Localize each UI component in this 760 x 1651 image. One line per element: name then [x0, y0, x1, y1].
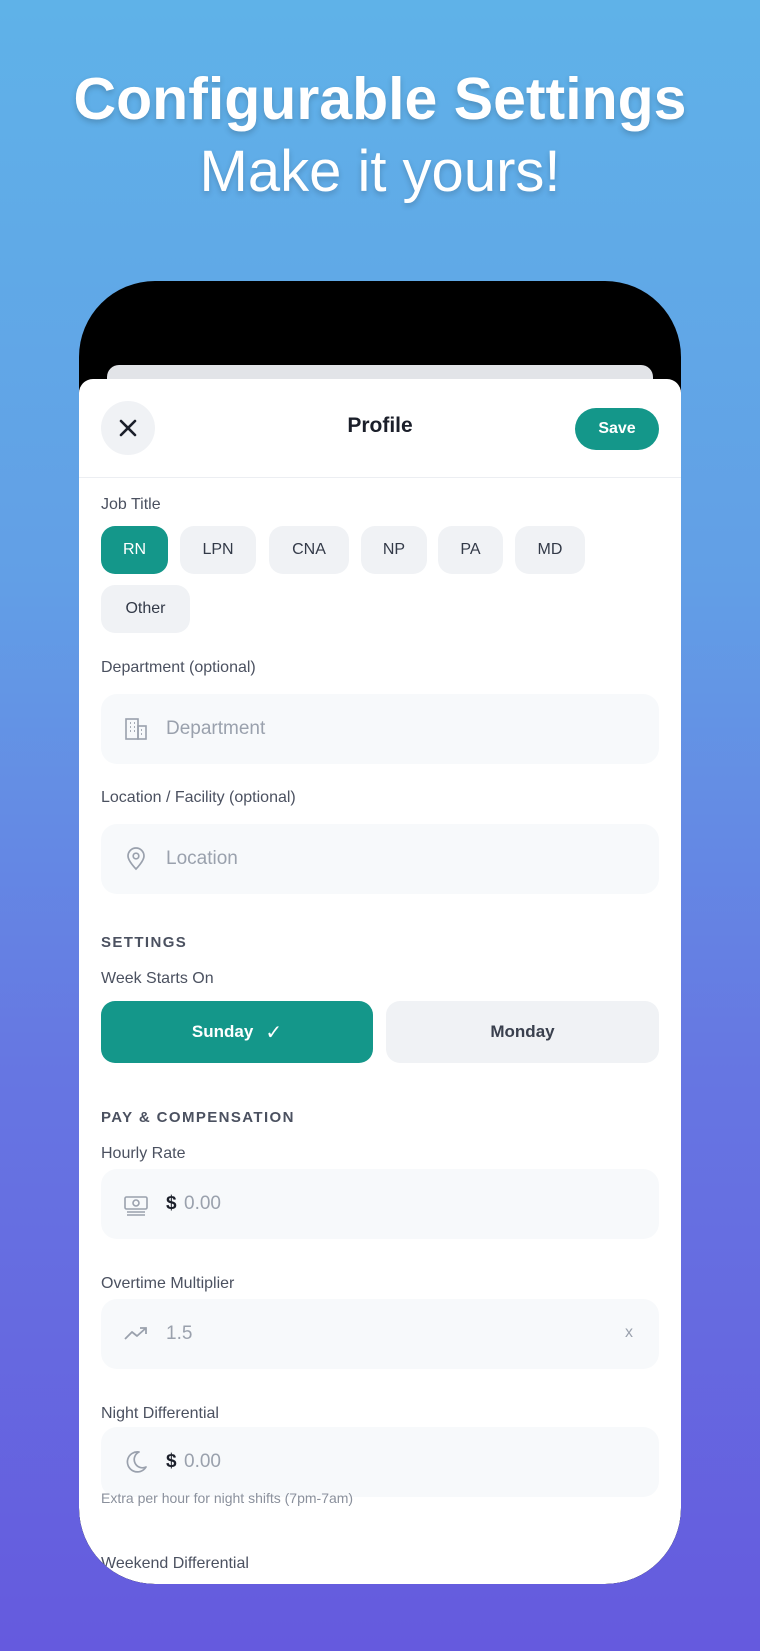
check-icon: ✓	[265, 1021, 283, 1044]
job-chip-pa[interactable]: PA	[438, 526, 503, 574]
sunday-label: Sunday	[191, 1022, 254, 1041]
promo-title: Configurable Settings	[73, 66, 687, 132]
promo-subtitle: Make it yours!	[199, 139, 561, 204]
building-icon	[125, 718, 147, 740]
job-chip-other[interactable]: Other	[101, 585, 190, 633]
location-label: Location / Facility (optional)	[101, 789, 296, 806]
profile-sheet: Profile Save Job Title RN LPN CNA NP PA …	[79, 379, 681, 1584]
department-label: Department (optional)	[101, 659, 256, 676]
currency-symbol: $	[166, 1451, 177, 1472]
overtime-field[interactable]: 1.5 x	[101, 1299, 659, 1369]
location-input[interactable]: Location	[166, 848, 238, 870]
night-diff-input[interactable]: 0.00	[184, 1451, 221, 1473]
hourly-rate-label: Hourly Rate	[101, 1145, 186, 1162]
night-diff-label: Night Differential	[101, 1405, 219, 1422]
trending-up-icon	[124, 1327, 147, 1340]
job-chip-md[interactable]: MD	[515, 526, 585, 574]
weekend-diff-label: Weekend Differential	[101, 1555, 249, 1572]
job-title-label: Job Title	[101, 496, 161, 513]
job-chip-np[interactable]: NP	[361, 526, 427, 574]
promo-headline: Configurable Settings Make it yours!	[0, 62, 760, 207]
job-chip-lpn[interactable]: LPN	[180, 526, 256, 574]
job-chip-rn[interactable]: RN	[101, 526, 168, 574]
week-starts-label: Week Starts On	[101, 970, 214, 987]
moon-icon	[126, 1451, 147, 1473]
overtime-input[interactable]: 1.5	[166, 1323, 192, 1345]
job-chip-cna[interactable]: CNA	[269, 526, 349, 574]
department-field[interactable]: Department	[101, 694, 659, 764]
night-diff-field[interactable]: $ 0.00	[101, 1427, 659, 1497]
save-button[interactable]: Save	[575, 408, 659, 450]
sheet-header: Profile Save	[79, 379, 681, 478]
hourly-rate-input[interactable]: 0.00	[184, 1193, 221, 1215]
phone-frame: Profile Save Job Title RN LPN CNA NP PA …	[79, 281, 681, 1584]
pay-section-title: PAY & COMPENSATION	[101, 1109, 295, 1126]
currency-symbol: $	[166, 1193, 177, 1214]
overtime-label: Overtime Multiplier	[101, 1275, 235, 1292]
map-pin-icon	[127, 847, 145, 871]
settings-section-title: SETTINGS	[101, 934, 188, 951]
week-start-sunday[interactable]: Sunday ✓	[101, 1001, 373, 1063]
department-input[interactable]: Department	[166, 718, 265, 740]
hourly-rate-field[interactable]: $ 0.00	[101, 1169, 659, 1239]
money-icon	[124, 1196, 148, 1216]
location-field[interactable]: Location	[101, 824, 659, 894]
night-diff-helper: Extra per hour for night shifts (7pm-7am…	[101, 1490, 354, 1506]
week-start-monday[interactable]: Monday	[386, 1001, 659, 1063]
overtime-suffix: x	[625, 1324, 633, 1341]
